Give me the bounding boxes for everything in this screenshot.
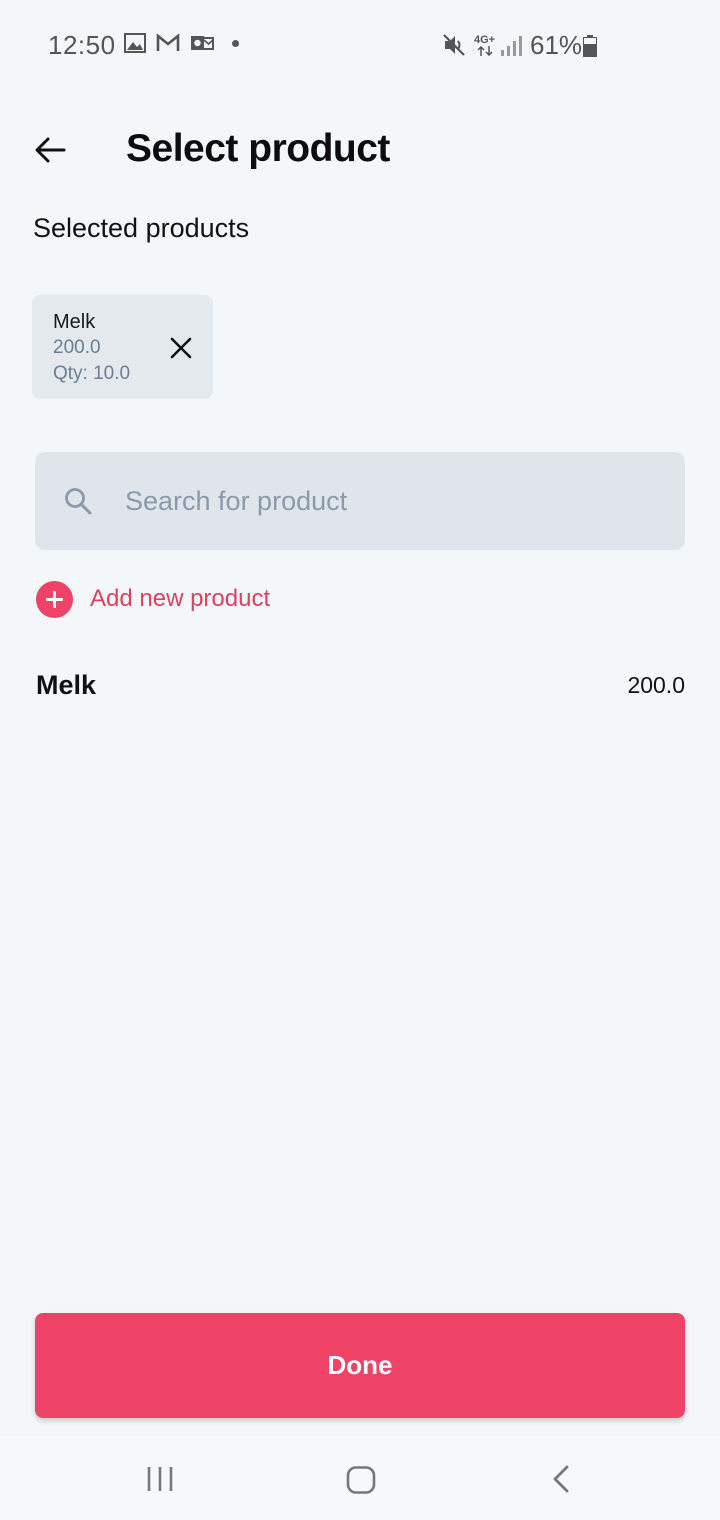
chip-product-price: 200.0	[53, 337, 101, 358]
recent-apps-icon	[147, 1467, 173, 1491]
back-button[interactable]	[28, 128, 72, 172]
done-button[interactable]: Done	[35, 1313, 685, 1418]
status-time: 12:50	[48, 30, 116, 60]
notification-icons	[124, 33, 239, 53]
battery-percentage: 61%	[530, 30, 583, 60]
selected-product-chip: Melk 200.0 Qty: 10.0	[32, 295, 213, 399]
recent-apps-button[interactable]	[146, 1466, 174, 1497]
product-name: Melk	[36, 670, 97, 700]
product-price: 200.0	[627, 672, 685, 698]
status-bar: 12:50 4G+ 61%	[0, 0, 720, 92]
search-box[interactable]	[35, 452, 685, 550]
screen: 12:50 4G+ 61% Select product Selected pr…	[0, 0, 720, 1520]
data-arrows-icon	[477, 46, 493, 56]
more-notifications-dot	[232, 39, 239, 47]
chip-product-qty: Qty: 10.0	[53, 363, 131, 384]
home-button[interactable]	[346, 1466, 376, 1499]
product-list-item[interactable]: Melk 200.0	[36, 662, 685, 710]
add-new-product-button[interactable]: Add new product	[36, 580, 270, 618]
outlook-icon	[191, 36, 214, 50]
mute-icon	[443, 34, 465, 56]
close-icon	[170, 337, 192, 359]
image-icon	[124, 33, 146, 53]
network-type: 4G+	[474, 34, 496, 46]
gmail-icon	[156, 33, 180, 51]
system-back-button[interactable]	[551, 1465, 571, 1498]
selected-products-heading: Selected products	[33, 213, 250, 243]
search-input[interactable]	[125, 476, 645, 526]
signal-icon	[501, 36, 522, 56]
home-icon	[346, 1466, 376, 1494]
chevron-left-icon	[553, 1465, 569, 1493]
remove-product-button[interactable]	[168, 335, 194, 361]
add-new-product-label: Add new product	[90, 585, 271, 612]
done-label: Done	[327, 1350, 393, 1380]
battery-icon	[583, 35, 597, 57]
chip-product-name: Melk	[53, 311, 96, 333]
search-icon	[65, 488, 92, 515]
navigation-bar	[0, 1436, 720, 1520]
plus-icon	[36, 580, 73, 618]
arrow-left-icon	[35, 137, 66, 163]
page-title: Select product	[126, 127, 390, 170]
